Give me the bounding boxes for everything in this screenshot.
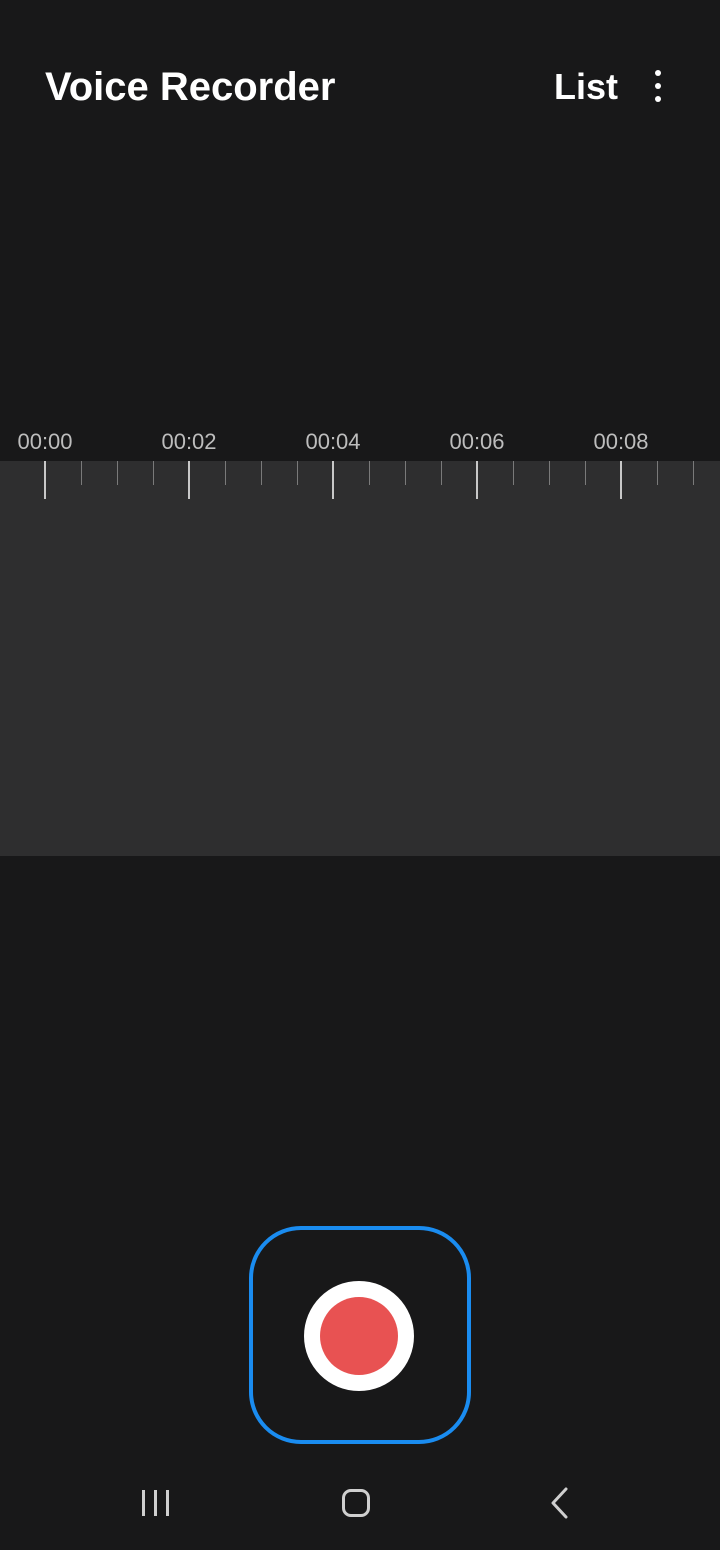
- timeline-minor-tick: [81, 461, 82, 485]
- timeline-minor-tick: [369, 461, 370, 485]
- home-icon[interactable]: [342, 1489, 370, 1517]
- timeline-label: 00:04: [305, 429, 361, 454]
- recents-icon[interactable]: [140, 1488, 172, 1518]
- list-button[interactable]: List: [554, 62, 618, 112]
- timeline-minor-tick: [513, 461, 514, 485]
- timeline-minor-tick: [405, 461, 406, 485]
- timeline-label: 00:02: [161, 429, 217, 454]
- timeline-minor-tick: [549, 461, 550, 485]
- timeline-minor-tick: [585, 461, 586, 485]
- more-dot: [655, 96, 661, 102]
- recents-bar: [154, 1490, 157, 1516]
- timeline-minor-tick: [657, 461, 658, 485]
- timeline-minor-tick: [225, 461, 226, 485]
- more-dot: [655, 83, 661, 89]
- waveform-area: [0, 461, 720, 856]
- more-options-icon[interactable]: [638, 64, 678, 108]
- recents-bar: [166, 1490, 169, 1516]
- timeline-label: 00:06: [449, 429, 505, 454]
- timeline-minor-tick: [693, 461, 694, 485]
- timeline-major-tick: [44, 461, 46, 499]
- recents-bar: [142, 1490, 145, 1516]
- timeline-major-tick: [620, 461, 622, 499]
- timeline-minor-tick: [117, 461, 118, 485]
- voice-recorder-screen: Voice Recorder List 00:00 00:02 00:04 00…: [0, 0, 720, 1550]
- timeline-major-tick: [332, 461, 334, 499]
- timeline-major-tick: [476, 461, 478, 499]
- timeline-minor-tick: [261, 461, 262, 485]
- record-icon[interactable]: [304, 1281, 414, 1391]
- timeline-major-tick: [188, 461, 190, 499]
- back-icon[interactable]: [546, 1486, 576, 1520]
- record-dot: [320, 1297, 398, 1375]
- more-dot: [655, 70, 661, 76]
- timeline-label: 00:00: [17, 429, 73, 454]
- timeline-minor-tick: [441, 461, 442, 485]
- page-title: Voice Recorder: [45, 65, 336, 109]
- timeline-labels: 00:00 00:02 00:04 00:06 00:08: [0, 428, 720, 458]
- timeline-minor-tick: [153, 461, 154, 485]
- timeline-minor-tick: [297, 461, 298, 485]
- timeline-label: 00:08: [593, 429, 649, 454]
